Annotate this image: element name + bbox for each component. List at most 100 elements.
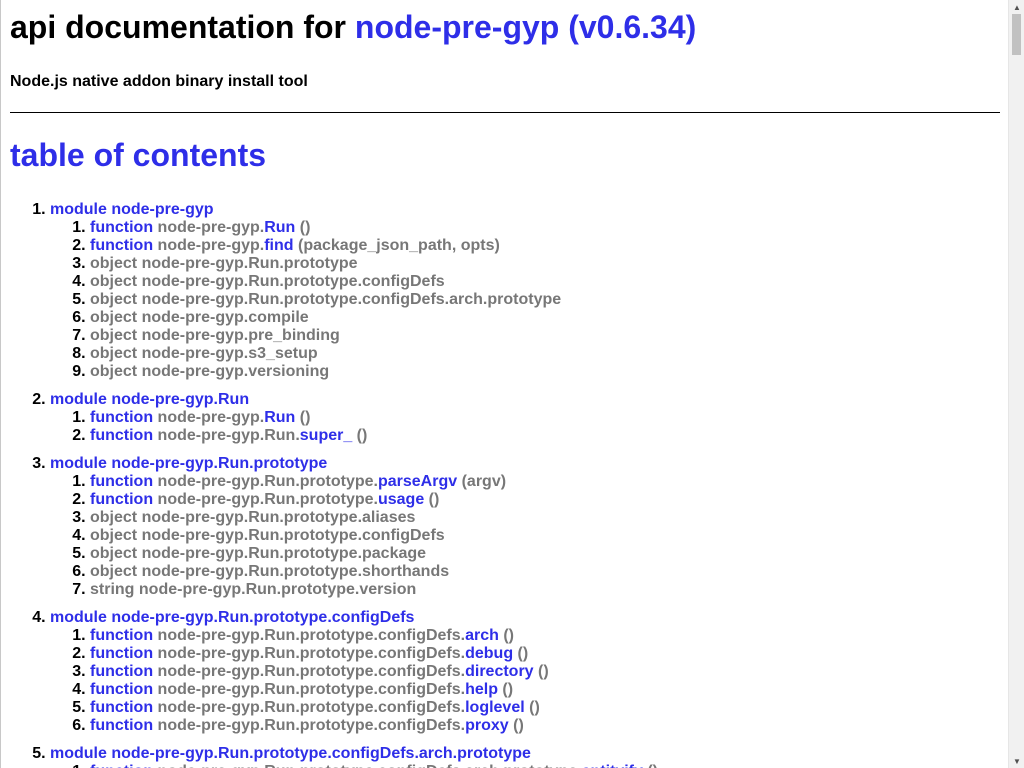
member-path: node-pre-gyp.Run.prototype.shorthands [141, 563, 450, 580]
member-kind[interactable]: function [90, 427, 153, 444]
scroll-down-icon[interactable]: ▼ [1009, 754, 1024, 768]
member-path: node-pre-gyp.Run.prototype [141, 255, 358, 272]
member-path: node-pre-gyp.Run.prototype.configDefs.ar… [141, 291, 562, 308]
module-link[interactable]: module node-pre-gyp [50, 201, 214, 218]
member-kind[interactable]: function [90, 699, 153, 716]
member-path: node-pre-gyp.Run.prototype.aliases [141, 509, 416, 526]
member-args: () [498, 627, 514, 644]
member-name-link[interactable]: usage [378, 491, 424, 508]
member-name-link[interactable]: parseArgv [378, 473, 457, 490]
module-link[interactable]: module node-pre-gyp.Run.prototype [50, 455, 327, 472]
member-args: () [352, 427, 368, 444]
member-path: node-pre-gyp.Run.prototype.version [138, 581, 417, 598]
member-args: () [295, 219, 311, 236]
member-item: object node-pre-gyp.Run.prototype.shorth… [90, 563, 1000, 581]
package-link[interactable]: node-pre-gyp (v0.6.34) [355, 9, 696, 45]
member-kind[interactable]: function [90, 645, 153, 662]
member-item: object node-pre-gyp.Run.prototype.aliase… [90, 509, 1000, 527]
page-title: api documentation for node-pre-gyp (v0.6… [10, 8, 1000, 46]
member-item: object node-pre-gyp.compile [90, 309, 1000, 327]
member-args: () [643, 763, 658, 768]
member-path: node-pre-gyp.Run.prototype.configDefs [141, 527, 445, 544]
member-kind: object [90, 345, 138, 362]
member-name-link[interactable]: entityify [582, 763, 643, 768]
member-item: object node-pre-gyp.Run.prototype.config… [90, 291, 1000, 309]
module-item: module node-pre-gyp.Run.prototype.config… [50, 609, 1000, 735]
member-name-link[interactable]: directory [465, 663, 533, 680]
member-item: function node-pre-gyp.Run.prototype.conf… [90, 699, 1000, 717]
member-kind[interactable]: function [90, 763, 153, 768]
member-item: function node-pre-gyp.Run.prototype.conf… [90, 681, 1000, 699]
member-kind: object [90, 291, 138, 308]
member-kind: object [90, 309, 138, 326]
member-args: () [524, 699, 540, 716]
page-viewport: api documentation for node-pre-gyp (v0.6… [1, 0, 1008, 768]
member-item: function node-pre-gyp.Run.prototype.conf… [90, 763, 1000, 768]
module-link[interactable]: module node-pre-gyp.Run [50, 391, 249, 408]
member-name-link[interactable]: find [264, 237, 293, 254]
member-item: function node-pre-gyp.Run.super_ () [90, 427, 1000, 445]
module-link[interactable]: module node-pre-gyp.Run.prototype.config… [50, 609, 414, 626]
member-kind[interactable]: function [90, 717, 153, 734]
member-args: () [424, 491, 440, 508]
scroll-up-icon[interactable]: ▲ [1009, 0, 1024, 14]
member-path: node-pre-gyp.Run.prototype.configDefs. [157, 681, 466, 698]
member-path: node-pre-gyp.compile [141, 309, 309, 326]
member-kind[interactable]: function [90, 409, 153, 426]
member-item: function node-pre-gyp.Run.prototype.conf… [90, 627, 1000, 645]
member-item: object node-pre-gyp.Run.prototype.config… [90, 273, 1000, 291]
member-args: () [533, 663, 549, 680]
member-list: function node-pre-gyp.Run.prototype.conf… [50, 763, 1000, 768]
member-path: node-pre-gyp. [157, 409, 265, 426]
vertical-scrollbar[interactable]: ▲ ▼ [1008, 0, 1024, 768]
member-path: node-pre-gyp.Run.prototype.configDefs [141, 273, 445, 290]
module-item: module node-pre-gypfunction node-pre-gyp… [50, 201, 1000, 381]
member-kind[interactable]: function [90, 627, 153, 644]
package-description: Node.js native addon binary install tool [10, 73, 308, 90]
divider [10, 112, 1000, 113]
member-kind: string [90, 581, 135, 598]
member-kind[interactable]: function [90, 237, 153, 254]
member-name-link[interactable]: loglevel [465, 699, 525, 716]
scroll-thumb[interactable] [1012, 14, 1021, 55]
doc-content: api documentation for node-pre-gyp (v0.6… [1, 8, 1008, 768]
member-name-link[interactable]: Run [264, 219, 295, 236]
member-item: function node-pre-gyp.Run.prototype.conf… [90, 717, 1000, 735]
member-kind[interactable]: function [90, 491, 153, 508]
member-path: node-pre-gyp.Run.prototype.configDefs. [157, 627, 466, 644]
member-path: node-pre-gyp.Run.prototype. [157, 491, 378, 508]
member-name-link[interactable]: debug [465, 645, 513, 662]
member-path: node-pre-gyp.Run.prototype.package [141, 545, 427, 562]
module-item: module node-pre-gyp.Runfunction node-pre… [50, 391, 1000, 445]
member-item: function node-pre-gyp.Run.prototype.usag… [90, 491, 1000, 509]
module-link[interactable]: module node-pre-gyp.Run.prototype.config… [50, 745, 531, 762]
member-item: object node-pre-gyp.pre_binding [90, 327, 1000, 345]
member-list: function node-pre-gyp.Run.prototype.conf… [50, 627, 1000, 735]
member-item: function node-pre-gyp.Run.prototype.conf… [90, 645, 1000, 663]
member-kind: object [90, 273, 138, 290]
member-path: node-pre-gyp.Run.prototype.configDefs. [157, 645, 466, 662]
member-item: function node-pre-gyp.find (package_json… [90, 237, 1000, 255]
member-item: function node-pre-gyp.Run () [90, 219, 1000, 237]
member-kind[interactable]: function [90, 219, 153, 236]
member-name-link[interactable]: super_ [300, 427, 352, 444]
member-name-link[interactable]: help [465, 681, 498, 698]
member-kind[interactable]: function [90, 681, 153, 698]
member-path: node-pre-gyp.Run.prototype. [157, 473, 378, 490]
member-name-link[interactable]: Run [264, 409, 295, 426]
member-kind[interactable]: function [90, 473, 153, 490]
member-list: function node-pre-gyp.Run ()function nod… [50, 409, 1000, 445]
member-path: node-pre-gyp.versioning [141, 363, 330, 380]
member-kind: object [90, 563, 138, 580]
member-path: node-pre-gyp.Run. [157, 427, 300, 444]
toc-heading: table of contents [10, 137, 267, 173]
member-path: node-pre-gyp.Run.prototype.configDefs. [157, 717, 466, 734]
member-args: () [513, 645, 529, 662]
member-kind[interactable]: function [90, 663, 153, 680]
member-name-link[interactable]: arch [465, 627, 499, 644]
member-item: function node-pre-gyp.Run.prototype.pars… [90, 473, 1000, 491]
member-item: object node-pre-gyp.Run.prototype.packag… [90, 545, 1000, 563]
member-item: object node-pre-gyp.Run.prototype.config… [90, 527, 1000, 545]
member-name-link[interactable]: proxy [465, 717, 509, 734]
member-item: object node-pre-gyp.versioning [90, 363, 1000, 381]
